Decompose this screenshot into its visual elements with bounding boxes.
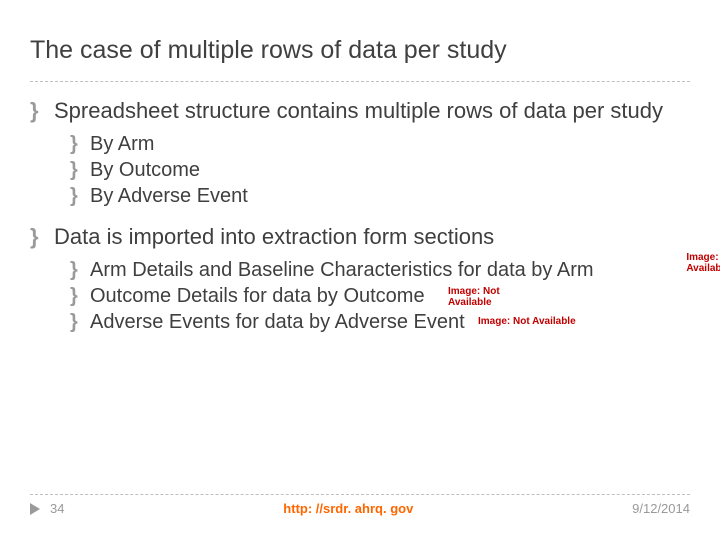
image-not-available-tag: Image: NotAvailable	[448, 286, 500, 308]
bullet-lvl2-text: Outcome Details for data by Outcome	[90, 284, 690, 308]
bullet-lvl2-text: By Outcome	[90, 158, 690, 182]
bullet-lvl2: } Adverse Events for data by Adverse Eve…	[70, 310, 690, 334]
bullet-icon: }	[70, 184, 90, 208]
image-not-available-tag: Image: NotAvailable	[686, 252, 720, 274]
bullet-icon: }	[70, 258, 90, 282]
bullet-lvl1: } Spreadsheet structure contains multipl…	[30, 98, 690, 124]
bullet-lvl1-text: Spreadsheet structure contains multiple …	[54, 98, 690, 124]
bullet-icon: }	[70, 310, 90, 334]
bullet-lvl2-text: By Adverse Event	[90, 184, 690, 208]
page-number: 34	[50, 501, 64, 516]
bullet-lvl2-text: Arm Details and Baseline Characteristics…	[90, 258, 690, 282]
bullet-lvl1-text: Data is imported into extraction form se…	[54, 224, 690, 250]
bullet-icon: }	[70, 284, 90, 308]
image-not-available-tag: Image: Not Available	[478, 316, 576, 327]
title-divider	[30, 81, 690, 82]
bullet-lvl2: } Arm Details and Baseline Characteristi…	[70, 258, 690, 282]
slide-title: The case of multiple rows of data per st…	[30, 36, 690, 71]
play-icon	[30, 503, 40, 515]
bullet-lvl1: } Data is imported into extraction form …	[30, 224, 690, 250]
bullet-lvl2-text: By Arm	[90, 132, 690, 156]
bullet-icon: }	[70, 158, 90, 182]
bullet-lvl2: } By Arm	[70, 132, 690, 156]
bullet-icon: }	[70, 132, 90, 156]
footer-date: 9/12/2014	[632, 501, 690, 516]
bullet-icon: }	[30, 98, 54, 124]
footer-url: http: //srdr. ahrq. gov	[283, 501, 413, 516]
bullet-lvl2: } By Outcome	[70, 158, 690, 182]
bullet-icon: }	[30, 224, 54, 250]
bullet-lvl2-text: Adverse Events for data by Adverse Event	[90, 310, 690, 334]
footer-divider	[30, 494, 690, 495]
bullet-lvl2: } Outcome Details for data by Outcome Im…	[70, 284, 690, 308]
bullet-lvl2: } By Adverse Event	[70, 184, 690, 208]
